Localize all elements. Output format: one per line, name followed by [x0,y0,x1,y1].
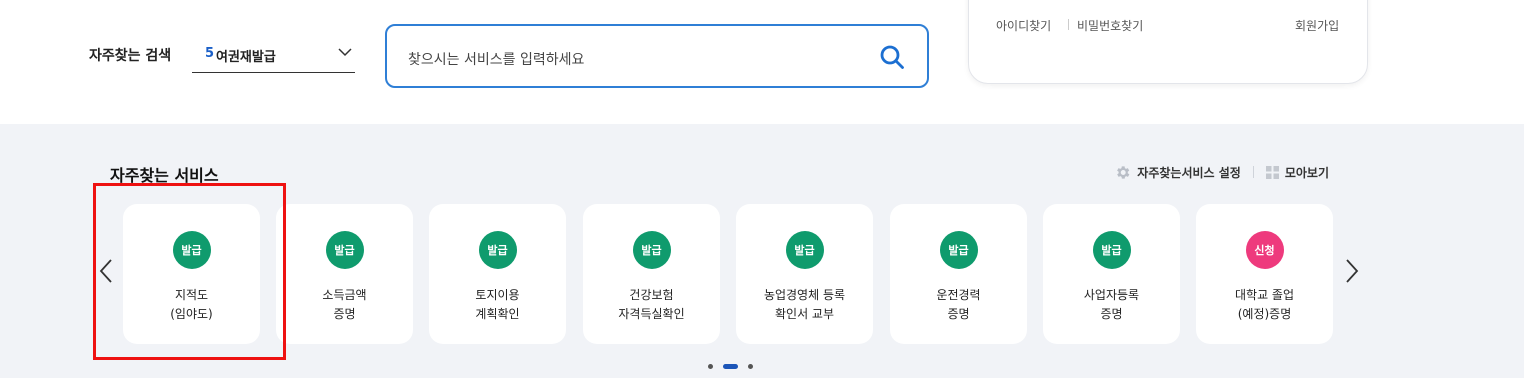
service-settings-button[interactable]: 자주찾는서비스 설정 [1114,164,1241,181]
service-carousel: 발급 지적도 (임야도) 발급 소득금액 증명 발급 토지이용 계획확인 발급 … [123,204,1333,344]
service-label: 농업경영체 등록 확인서 교부 [736,286,873,324]
popular-search-keyword[interactable]: 여권재발급 [216,46,276,65]
chevron-right-icon[interactable] [1344,258,1360,284]
service-label-line1: 토지이용 [475,288,520,302]
service-card[interactable]: 발급 운전경력 증명 [890,204,1027,344]
issue-badge: 발급 [785,231,824,269]
service-label-line1: 건강보험 [629,288,674,302]
service-label-line1: 사업자등록 [1083,288,1140,302]
view-all-label[interactable]: 모아보기 [1285,164,1329,181]
service-card[interactable]: 발급 건강보험 자격득실확인 [583,204,720,344]
carousel-pagination [703,363,758,369]
search-input[interactable]: 찾으시는 서비스를 입력하세요 [385,24,929,88]
service-card[interactable]: 발급 소득금액 증명 [276,204,413,344]
service-label: 사업자등록 증명 [1043,286,1180,324]
divider [1252,166,1254,178]
issue-badge: 발급 [939,231,978,269]
gear-icon [1117,165,1130,179]
find-id-link[interactable]: 아이디찾기 [996,17,1051,34]
search-placeholder[interactable]: 찾으시는 서비스를 입력하세요 [408,49,584,69]
service-label-line1: 소득금액 [322,288,367,302]
service-label: 운전경력 증명 [890,286,1027,324]
service-label-line2: 자격득실확인 [618,307,685,321]
service-card[interactable]: 발급 사업자등록 증명 [1043,204,1180,344]
service-settings-label[interactable]: 자주찾는서비스 설정 [1137,164,1241,181]
service-label-line1: 운전경력 [936,288,981,302]
service-label-line1: 대학교 졸업 [1234,288,1294,302]
section-actions: 자주찾는서비스 설정 모아보기 [1114,162,1329,182]
divider [1068,19,1069,30]
highlight-box [93,183,286,360]
popular-search-rank: 5 [205,46,215,61]
grid-icon [1265,165,1279,179]
service-label-line2: 증명 [1100,307,1123,321]
pagination-dot-active[interactable] [723,363,738,369]
pagination-dot[interactable] [708,363,713,369]
service-label-line2: 계획확인 [475,307,520,321]
service-label: 건강보험 자격득실확인 [583,286,720,324]
chevron-down-icon[interactable] [337,44,353,60]
signup-link[interactable]: 회원가입 [1295,17,1339,34]
top-header: 자주찾는 검색 5 여권재발급 찾으시는 서비스를 입력하세요 아이디찾기 비밀… [0,0,1524,124]
issue-badge: 발급 [478,231,517,269]
popular-search-label: 자주찾는 검색 [89,48,172,64]
service-label-line2: 확인서 교부 [774,307,834,321]
search-icon[interactable] [879,44,905,70]
service-label-line1: 농업경영체 등록 [763,288,846,302]
service-card[interactable]: 발급 토지이용 계획확인 [429,204,566,344]
login-card: 아이디찾기 비밀번호찾기 회원가입 [968,0,1368,84]
view-all-button[interactable]: 모아보기 [1265,164,1329,181]
service-label-line2: 증명 [333,307,356,321]
service-label: 토지이용 계획확인 [429,286,566,324]
popular-search-dropdown[interactable]: 5 여권재발급 [192,36,355,73]
find-password-link[interactable]: 비밀번호찾기 [1077,17,1143,34]
service-card[interactable]: 발급 농업경영체 등록 확인서 교부 [736,204,873,344]
pagination-dot[interactable] [748,363,753,369]
service-label: 소득금액 증명 [276,286,413,324]
service-card[interactable]: 신청 대학교 졸업 (예정)증명 [1196,204,1333,344]
issue-badge: 발급 [632,231,671,269]
service-label: 대학교 졸업 (예정)증명 [1196,286,1333,324]
issue-badge: 발급 [1092,231,1131,269]
service-label-line2: 증명 [947,307,970,321]
issue-badge: 발급 [325,231,364,269]
apply-badge: 신청 [1245,231,1284,269]
service-label-line2: (예정)증명 [1237,307,1292,321]
